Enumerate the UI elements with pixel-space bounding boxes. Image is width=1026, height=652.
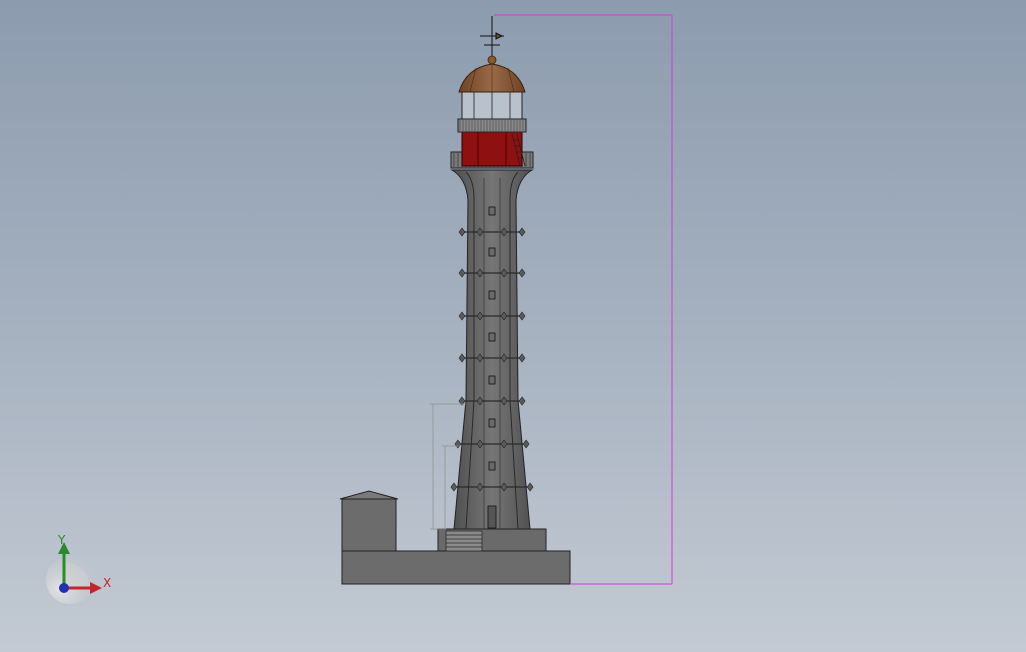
- tower-door: [487, 505, 497, 529]
- tower-shaft: [450, 169, 534, 530]
- tower-window: [488, 332, 496, 342]
- tower-window: [488, 461, 496, 471]
- keeper-house: [339, 490, 399, 552]
- band-node: [458, 227, 466, 237]
- band-node: [458, 311, 466, 321]
- tower-window: [488, 206, 496, 216]
- model-view[interactable]: Y X: [0, 0, 1026, 652]
- band-node: [458, 353, 466, 363]
- band-node: [454, 439, 462, 449]
- triad-x-label: X: [103, 576, 111, 590]
- triad-y-label: Y: [57, 533, 66, 547]
- tower-window: [488, 418, 496, 428]
- band-node: [518, 353, 526, 363]
- band-node: [458, 268, 466, 278]
- band-node: [518, 268, 526, 278]
- weather-vane: [480, 16, 504, 56]
- band-node: [522, 439, 530, 449]
- band-node: [518, 311, 526, 321]
- graphics-viewport[interactable]: Y X: [0, 0, 1026, 652]
- triad-z-axis: [59, 583, 69, 593]
- entrance-stairs: [445, 530, 483, 552]
- band-node: [518, 227, 526, 237]
- tower-window: [488, 375, 496, 385]
- tower-window: [488, 290, 496, 300]
- dome-finial: [487, 55, 497, 65]
- reference-triad[interactable]: Y X: [46, 533, 111, 604]
- triad-x-arrow: [90, 582, 102, 594]
- band-node: [518, 396, 526, 406]
- tower-window: [488, 247, 496, 257]
- lantern-gallery: [450, 55, 534, 169]
- band-node: [450, 482, 458, 492]
- band-node: [526, 482, 534, 492]
